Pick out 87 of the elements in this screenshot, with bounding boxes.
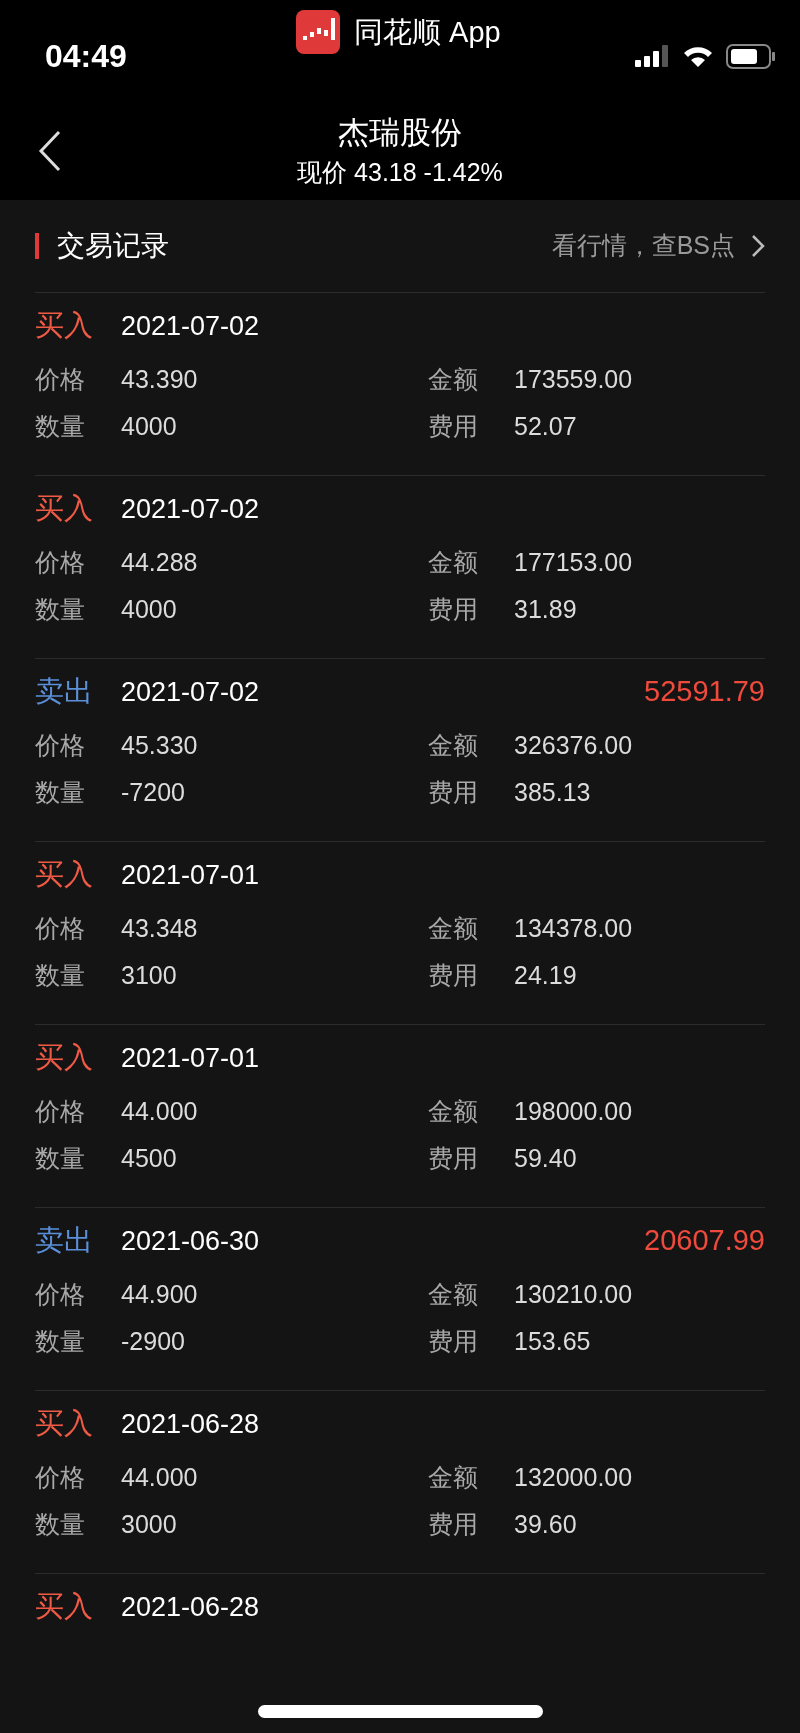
trade-date: 2021-06-28 (121, 1590, 261, 1624)
field-label: 金额 (428, 364, 479, 395)
field-value: 198000.00 (514, 1096, 633, 1127)
field-label: 费用 (428, 411, 479, 442)
trade-date: 2021-06-30 (121, 1224, 261, 1258)
wifi-icon (682, 45, 714, 67)
field-label: 数量 (35, 1143, 86, 1174)
field-value: 4000 (121, 594, 177, 625)
field-label: 金额 (428, 730, 479, 761)
field-value: 326376.00 (514, 730, 633, 761)
field-value: 24.19 (514, 960, 577, 991)
field-label: 费用 (428, 1143, 479, 1174)
field-value: 44.288 (121, 547, 198, 578)
trade-type: 买入 (35, 1406, 94, 1442)
section-title: 交易记录 (57, 229, 170, 263)
field-value: 59.40 (514, 1143, 577, 1174)
field-value: 130210.00 (514, 1279, 633, 1310)
field-value: -2900 (121, 1326, 185, 1357)
field-label: 数量 (35, 1509, 86, 1540)
trade-date: 2021-06-28 (121, 1407, 261, 1441)
field-value: 43.348 (121, 913, 198, 944)
field-value: 43.390 (121, 364, 198, 395)
field-value: 3100 (121, 960, 177, 991)
field-value: 153.65 (514, 1326, 591, 1357)
field-label: 价格 (35, 364, 86, 395)
profit-amount: 20607.99 (644, 1223, 765, 1259)
field-value: 173559.00 (514, 364, 633, 395)
field-label: 价格 (35, 1096, 86, 1127)
field-label: 金额 (428, 547, 479, 578)
trade-type: 买入 (35, 857, 94, 893)
field-label: 金额 (428, 1279, 479, 1310)
field-value: 385.13 (514, 777, 591, 808)
trade-date: 2021-07-02 (121, 492, 261, 526)
field-value: 39.60 (514, 1509, 577, 1540)
trade-type: 买入 (35, 491, 94, 527)
field-label: 费用 (428, 1509, 479, 1540)
field-value: 4500 (121, 1143, 177, 1174)
accent-bar (35, 233, 39, 259)
field-value: 177153.00 (514, 547, 633, 578)
field-value: 44.000 (121, 1462, 198, 1493)
field-value: 132000.00 (514, 1462, 633, 1493)
trade-type: 买入 (35, 1040, 94, 1076)
field-value: 44.900 (121, 1279, 198, 1310)
chart-link[interactable]: 看行情，查BS点 (551, 227, 765, 265)
field-value: 52.07 (514, 411, 577, 442)
field-label: 费用 (428, 960, 479, 991)
field-label: 金额 (428, 1462, 479, 1493)
field-label: 金额 (428, 913, 479, 944)
field-label: 价格 (35, 1462, 86, 1493)
field-label: 数量 (35, 777, 86, 808)
field-label: 数量 (35, 960, 86, 991)
field-label: 价格 (35, 547, 86, 578)
field-label: 价格 (35, 1279, 86, 1310)
trade-type: 买入 (35, 1589, 94, 1625)
trade-type: 买入 (35, 308, 94, 344)
field-label: 数量 (35, 411, 86, 442)
stock-price: 现价 43.18 -1.42% (297, 157, 503, 188)
chevron-right-icon (751, 234, 765, 258)
trade-type: 卖出 (35, 674, 94, 710)
field-value: 4000 (121, 411, 177, 442)
field-label: 费用 (428, 594, 479, 625)
field-label: 金额 (428, 1096, 479, 1127)
field-label: 数量 (35, 594, 86, 625)
trade-date: 2021-07-02 (121, 675, 261, 709)
field-label: 费用 (428, 777, 479, 808)
field-value: 44.000 (121, 1096, 198, 1127)
app-name: 同花顺 App (354, 15, 501, 50)
app-logo-icon (296, 10, 340, 54)
clock-time: 04:49 (45, 37, 127, 76)
stock-title: 杰瑞股份 (338, 114, 462, 152)
field-value: 45.330 (121, 730, 198, 761)
trade-date: 2021-07-02 (121, 309, 261, 343)
battery-icon (726, 44, 776, 69)
field-value: 31.89 (514, 594, 577, 625)
trade-type: 卖出 (35, 1223, 94, 1259)
field-label: 费用 (428, 1326, 479, 1357)
trade-date: 2021-07-01 (121, 858, 261, 892)
field-label: 价格 (35, 913, 86, 944)
field-value: 3000 (121, 1509, 177, 1540)
field-value: 134378.00 (514, 913, 633, 944)
profit-amount: 52591.79 (644, 674, 765, 710)
field-label: 价格 (35, 730, 86, 761)
back-icon[interactable] (38, 130, 62, 172)
signal-icon (635, 45, 669, 67)
field-label: 数量 (35, 1326, 86, 1357)
field-value: -7200 (121, 777, 185, 808)
trade-date: 2021-07-01 (121, 1041, 261, 1075)
